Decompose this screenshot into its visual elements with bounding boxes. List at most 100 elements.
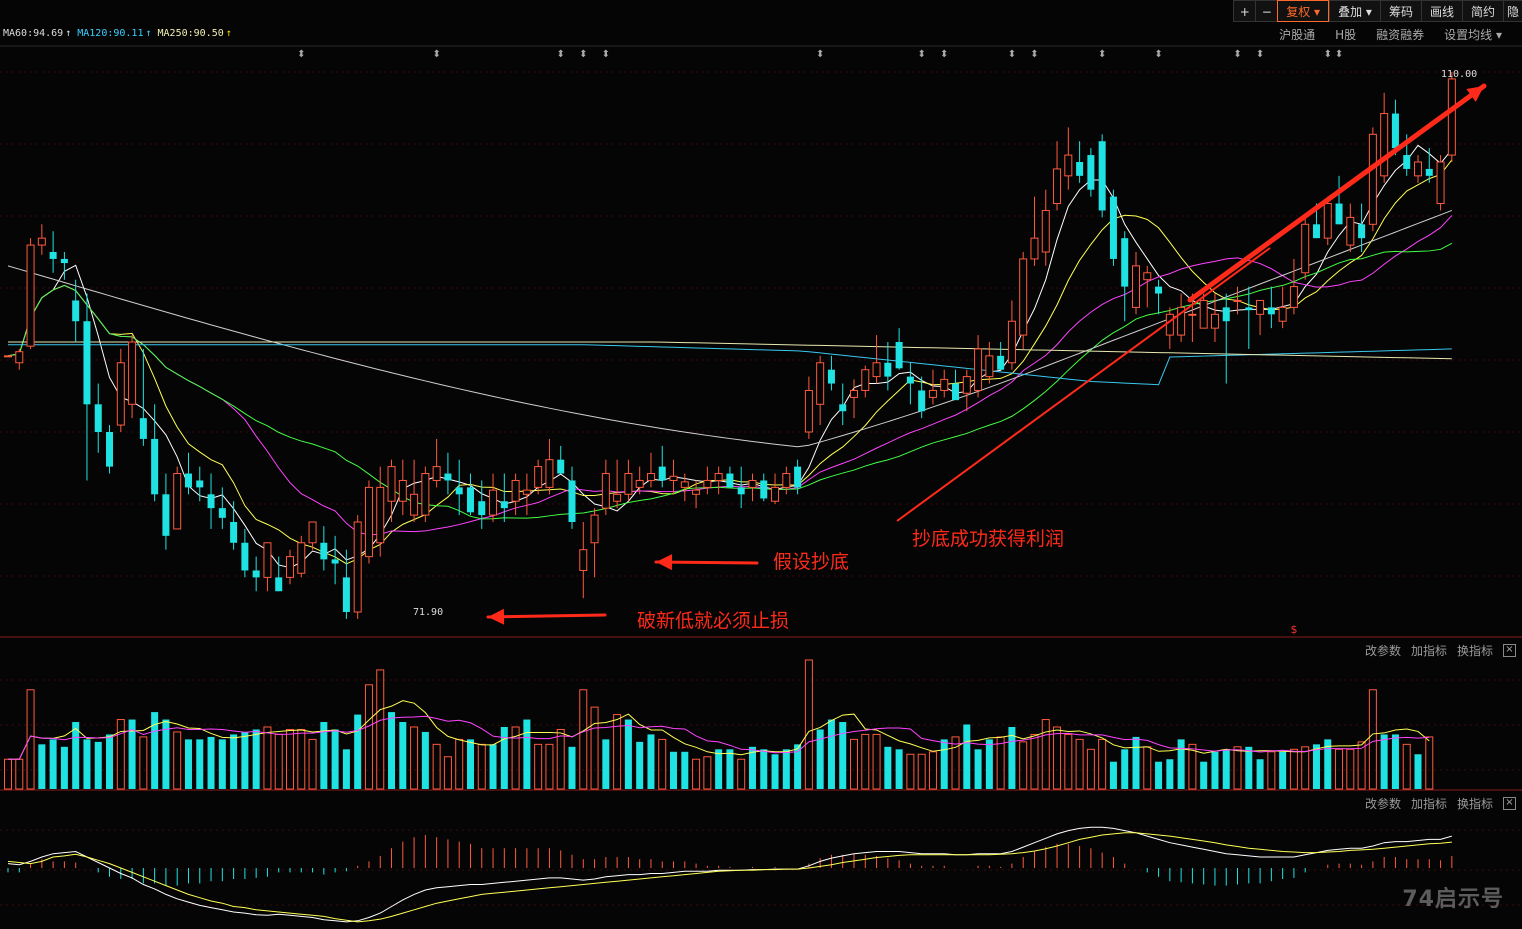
volume-bar (1030, 733, 1039, 790)
candle-body (297, 542, 306, 574)
switch-indicator-button[interactable]: 换指标 (1457, 795, 1493, 812)
dollar-marker-icon: $ (1291, 623, 1298, 636)
event-marker: ⬍ (1324, 49, 1332, 60)
volume-bar (579, 689, 588, 790)
candle-body (613, 493, 622, 502)
volume-bar (985, 739, 993, 789)
volume-bar (184, 739, 192, 789)
candle-body (1053, 168, 1062, 205)
ma60-line (7, 209, 1453, 448)
candle-body (4, 355, 12, 358)
volume-bar (1425, 736, 1434, 790)
volume-bar (354, 714, 362, 789)
candle-body (308, 521, 317, 544)
macd-panel-tools: 改参数 加指标 换指标 × (1365, 795, 1516, 812)
candle-body (207, 494, 215, 509)
candle-body (1447, 78, 1456, 156)
event-marker: ⬍ (1335, 49, 1343, 60)
candle-body (1358, 224, 1366, 239)
candle-body (568, 480, 576, 522)
volume-bar (1143, 746, 1152, 790)
candle-body (286, 556, 294, 578)
volume-bar (1357, 741, 1366, 790)
candle-body (1030, 237, 1039, 260)
candle-body (1312, 224, 1320, 239)
candle-body (782, 473, 791, 488)
volume-bar (1279, 751, 1287, 789)
volume-bar (455, 738, 464, 790)
candle-body (692, 489, 701, 495)
close-icon[interactable]: × (1503, 644, 1516, 657)
add-indicator-button[interactable]: 加指标 (1411, 642, 1447, 659)
candle-body (387, 466, 396, 502)
volume-bar (116, 719, 125, 790)
ma120-line (8, 344, 1452, 386)
candle-body (1087, 155, 1095, 190)
candle-body (1380, 113, 1389, 177)
volume-bar (230, 734, 238, 789)
volume-bar (308, 738, 317, 790)
candle-body (1165, 313, 1174, 336)
candle-body (737, 487, 745, 495)
candle-body (15, 351, 24, 364)
candle-body (590, 514, 599, 544)
candle-body (263, 542, 272, 578)
volume-bar (703, 756, 712, 790)
candle-body (241, 542, 249, 571)
candle-body (500, 501, 508, 509)
volume-bar (1086, 748, 1095, 790)
volume-bar (1200, 761, 1208, 789)
volume-bar (263, 726, 272, 790)
candle-body (1245, 307, 1253, 311)
stop-loss-arrow-head (488, 608, 505, 625)
volume-bar (297, 728, 306, 790)
volume-bar (207, 736, 215, 789)
candle-body (974, 348, 983, 391)
volume-bar (1391, 734, 1399, 789)
add-indicator-button[interactable]: 加指标 (1411, 795, 1447, 812)
volume-bar (60, 746, 68, 789)
candle-body (884, 362, 892, 377)
candle-body (1143, 272, 1152, 281)
candle-body (1210, 313, 1219, 329)
volume-bar (1132, 736, 1140, 789)
volume-bar (1414, 754, 1422, 789)
event-marker: ⬍ (940, 49, 948, 60)
volume-bar (38, 744, 46, 789)
candle-body (557, 459, 565, 474)
volume-bar (1245, 746, 1253, 789)
change-params-button[interactable]: 改参数 (1365, 642, 1401, 659)
volume-bar (534, 743, 543, 790)
volume-bar (737, 758, 746, 790)
candle-body (658, 466, 666, 481)
candle-body (1278, 306, 1287, 322)
volume-bar (827, 719, 835, 789)
candle-body (928, 389, 937, 398)
candle-body (162, 494, 170, 536)
volume-bar (839, 722, 847, 789)
price-low-label: 71.90 (413, 607, 444, 618)
kline-chart[interactable]: ⬍ ⬍ ⬍ ⬍ ⬍ ⬍ ⬍ ⬍ ⬍ ⬍ ⬍ ⬍ ⬍ ⬍ ⬍ ⬍$ (0, 0, 1522, 929)
close-icon[interactable]: × (1503, 797, 1516, 810)
volume-bar (861, 733, 870, 790)
volume-bar (1053, 726, 1062, 790)
candle-body (624, 473, 633, 495)
volume-bar (850, 738, 858, 790)
volume-bar (1177, 739, 1185, 789)
volume-bar (331, 729, 339, 789)
candle-body (173, 473, 182, 530)
candle-body (1155, 286, 1163, 294)
volume-bar (1121, 749, 1129, 789)
volume-bar (173, 731, 182, 790)
volume-bar (286, 728, 294, 790)
volume-bar (432, 743, 441, 790)
volume-bar (715, 749, 723, 789)
switch-indicator-button[interactable]: 换指标 (1457, 642, 1493, 659)
candle-body (320, 542, 328, 560)
volume-bar (545, 743, 554, 790)
change-params-button[interactable]: 改参数 (1365, 795, 1401, 812)
volume-bar (274, 733, 283, 790)
volume-bar (1380, 734, 1388, 789)
event-marker: ⬍ (1256, 49, 1264, 60)
candle-body (861, 369, 870, 391)
